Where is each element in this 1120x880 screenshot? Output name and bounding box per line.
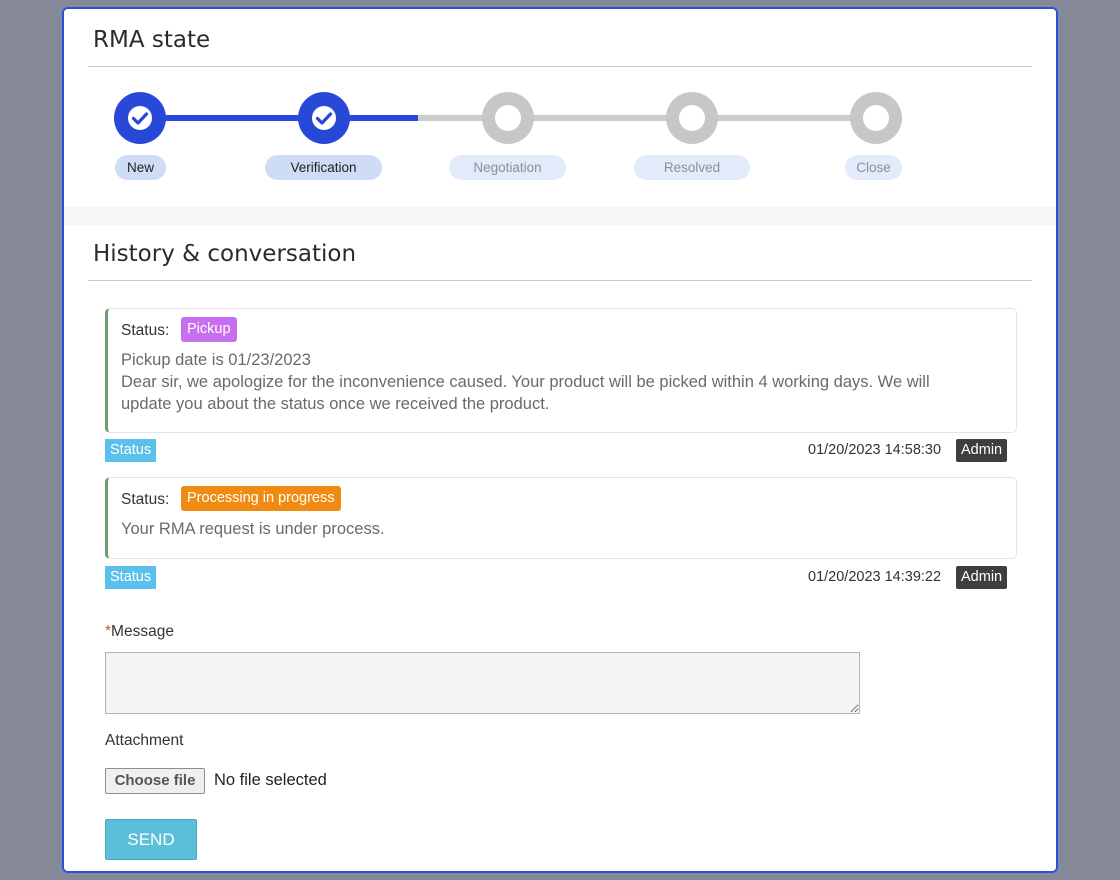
message-textarea[interactable] [105,652,860,714]
history-entry: Status: Processing in progress Your RMA … [105,477,1017,559]
send-button[interactable]: SEND [105,819,197,860]
rma-panel: RMA state New Verification Negotiation R… [62,7,1058,873]
entry-type-badge: Status [105,566,157,589]
step-resolved-pending-icon [666,92,718,144]
file-selection-text: No file selected [214,771,327,789]
step-new-done-icon [114,92,166,144]
title-divider [88,280,1032,281]
entry-timestamp: 01/20/2023 14:58:30 [808,442,942,458]
connector-line [532,115,672,121]
history-title: History & conversation [93,241,357,267]
step-verification-done-icon [298,92,350,144]
entry-type-badge: Status [105,439,157,462]
history-card: History & conversation Status: Pickup Pi… [64,225,1056,871]
connector-line [418,115,488,121]
step-close-pending-icon [850,92,902,144]
entry-author-badge: Admin [956,566,1008,589]
entry-text-line: Your RMA request is under process. [121,520,385,538]
step-label-new: New [115,155,166,180]
connector-line [716,115,856,121]
status-prefix: Status: [121,322,170,339]
message-label-text: Message [111,623,174,640]
entry-timestamp: 01/20/2023 14:39:22 [808,569,942,585]
rma-state-card: RMA state New Verification Negotiation R… [64,9,1056,207]
attachment-label: Attachment [105,732,184,749]
step-label-resolved: Resolved [634,155,750,180]
history-entry: Status: Pickup Pickup date is 01/23/2023… [105,308,1017,433]
entry-text-line: Pickup date is 01/23/2023 [121,351,311,369]
step-label-verification: Verification [265,155,382,180]
step-label-close: Close [845,155,902,180]
step-label-negotiation: Negotiation [449,155,566,180]
status-tag-processing: Processing in progress [181,486,341,511]
status-prefix: Status: [121,491,170,508]
entry-author-badge: Admin [956,439,1008,462]
status-tag-pickup: Pickup [181,317,237,342]
choose-file-button[interactable]: Choose file [105,768,205,794]
message-label: *Message [105,623,174,641]
connector-line [348,115,418,121]
rma-stepper: New Verification Negotiation Resolved Cl… [64,9,1056,207]
connector-line [164,115,304,121]
entry-text-line: update you about the status once we rece… [121,395,550,413]
entry-text-line: Dear sir, we apologize for the inconveni… [121,373,930,391]
step-negotiation-pending-icon [482,92,534,144]
